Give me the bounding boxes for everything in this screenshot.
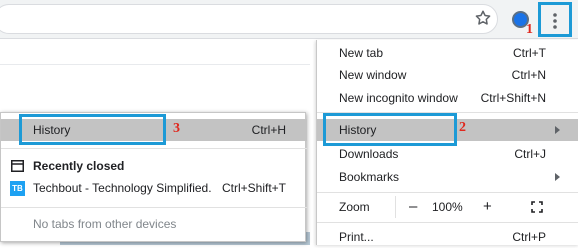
zoom-level: 100%	[432, 200, 463, 214]
bookmark-star-icon[interactable]	[474, 9, 492, 27]
page-divider	[0, 64, 310, 65]
callout-box-2	[323, 113, 457, 146]
browser-toolbar: 1	[0, 0, 578, 39]
menu-item-new-window[interactable]: New window Ctrl+N	[317, 64, 578, 86]
submenu-divider	[1, 148, 307, 149]
callout-box-3	[19, 114, 166, 145]
no-tabs-message: No tabs from other devices	[33, 217, 177, 231]
submenu-arrow-icon	[555, 126, 560, 134]
recent-tab-item[interactable]: TB Techbout - Technology Simplified. Ctr…	[1, 177, 307, 199]
zoom-out-button[interactable]: –	[409, 198, 417, 215]
chrome-menu-button[interactable]	[538, 2, 572, 37]
zoom-divider	[395, 196, 396, 218]
menu-item-downloads[interactable]: Downloads Ctrl+J	[317, 143, 578, 165]
tab-window-icon	[11, 160, 24, 172]
submenu-divider	[1, 207, 307, 208]
menu-item-new-tab[interactable]: New tab Ctrl+T	[317, 42, 578, 64]
callout-number-2: 2	[459, 120, 466, 135]
menu-item-new-incognito-window[interactable]: New incognito window Ctrl+Shift+N	[317, 87, 578, 109]
zoom-in-button[interactable]: +	[483, 198, 492, 215]
techbout-favicon-icon: TB	[10, 181, 25, 196]
menu-divider	[317, 192, 578, 193]
address-bar[interactable]	[0, 4, 498, 34]
fullscreen-icon[interactable]	[531, 201, 543, 213]
menu-item-bookmarks[interactable]: Bookmarks	[317, 166, 578, 188]
recently-closed-header: Recently closed	[1, 155, 307, 177]
callout-number-1: 1	[526, 22, 533, 37]
submenu-arrow-icon	[555, 173, 560, 181]
menu-item-zoom: Zoom – 100% +	[317, 196, 578, 218]
callout-number-3: 3	[173, 121, 180, 136]
three-dots-icon	[553, 13, 557, 29]
menu-divider	[317, 222, 578, 223]
